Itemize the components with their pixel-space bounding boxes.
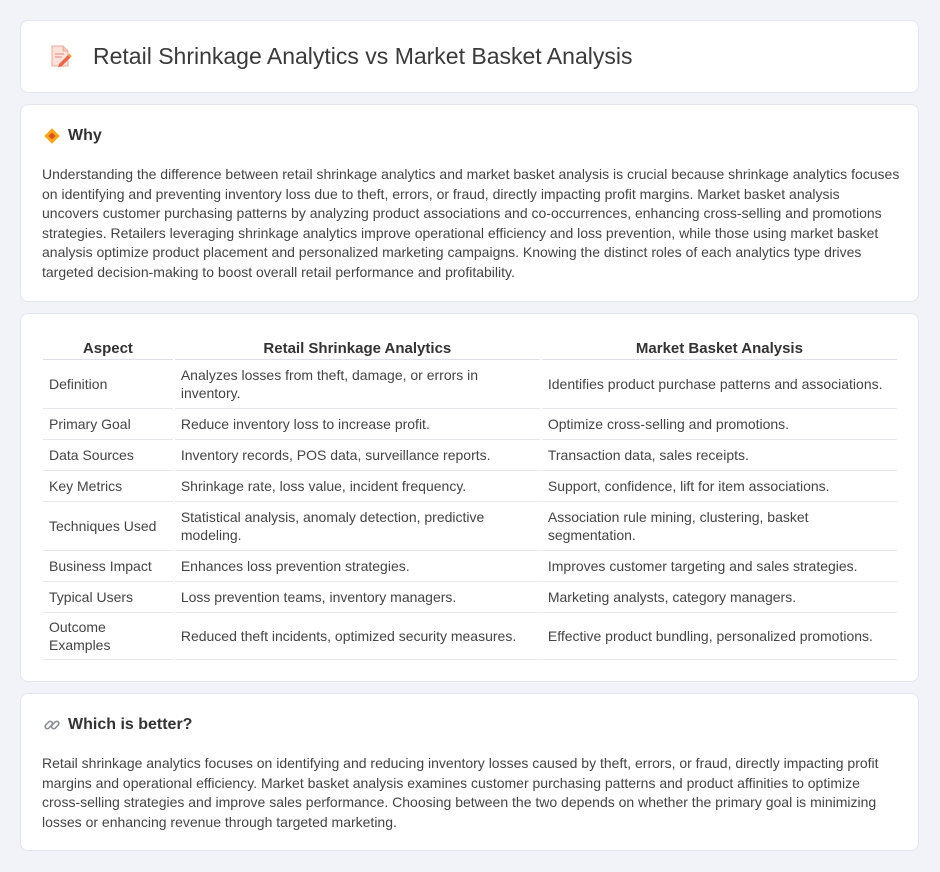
aspect-cell: Primary Goal (43, 409, 173, 440)
aspect-cell: Typical Users (43, 582, 173, 613)
why-heading: Why (43, 127, 102, 145)
aspect-cell: Techniques Used (43, 502, 173, 551)
table-row: Data Sources Inventory records, POS data… (43, 440, 897, 471)
shrinkage-cell: Shrinkage rate, loss value, incident fre… (174, 471, 540, 502)
diamond-icon (43, 127, 61, 145)
table-header-row: Aspect Retail Shrinkage Analytics Market… (43, 334, 897, 360)
header-aspect: Aspect (43, 334, 173, 360)
page-title: Retail Shrinkage Analytics vs Market Bas… (93, 42, 633, 69)
table-row: Typical Users Loss prevention teams, inv… (43, 582, 897, 613)
basket-cell: Effective product bundling, personalized… (541, 613, 897, 660)
comparison-section: Aspect Retail Shrinkage Analytics Market… (20, 313, 919, 682)
basket-cell: Marketing analysts, category managers. (541, 582, 897, 613)
aspect-cell: Business Impact (43, 551, 173, 582)
header-retail-shrinkage: Retail Shrinkage Analytics (174, 334, 540, 360)
aspect-cell: Data Sources (43, 440, 173, 471)
table-row: Outcome Examples Reduced theft incidents… (43, 613, 897, 660)
aspect-cell: Definition (43, 360, 173, 409)
basket-cell: Identifies product purchase patterns and… (541, 360, 897, 409)
comparison-table: Aspect Retail Shrinkage Analytics Market… (41, 334, 899, 660)
aspect-cell: Outcome Examples (43, 613, 173, 660)
table-row: Definition Analyzes losses from theft, d… (43, 360, 897, 409)
why-title: Why (68, 127, 102, 144)
table-row: Techniques Used Statistical analysis, an… (43, 502, 897, 551)
shrinkage-cell: Enhances loss prevention strategies. (174, 551, 540, 582)
header-card: Retail Shrinkage Analytics vs Market Bas… (20, 20, 919, 93)
basket-cell: Transaction data, sales receipts. (541, 440, 897, 471)
title-row: Retail Shrinkage Analytics vs Market Bas… (45, 41, 632, 71)
shrinkage-cell: Statistical analysis, anomaly detection,… (174, 502, 540, 551)
which-better-section: Which is better? Retail shrinkage analyt… (20, 693, 919, 851)
document-pencil-icon (45, 41, 75, 71)
why-text: Understanding the difference between ret… (42, 166, 900, 280)
basket-cell: Improves customer targeting and sales st… (541, 551, 897, 582)
shrinkage-cell: Loss prevention teams, inventory manager… (174, 582, 540, 613)
basket-cell: Association rule mining, clustering, bas… (541, 502, 897, 551)
better-heading: Which is better? (43, 716, 192, 734)
why-section: Why Understanding the difference between… (20, 104, 919, 302)
table-row: Primary Goal Reduce inventory loss to in… (43, 409, 897, 440)
shrinkage-cell: Inventory records, POS data, surveillanc… (174, 440, 540, 471)
better-title: Which is better? (68, 716, 193, 733)
basket-cell: Support, confidence, lift for item assoc… (541, 471, 897, 502)
link-icon (43, 716, 61, 734)
table-row: Key Metrics Shrinkage rate, loss value, … (43, 471, 897, 502)
shrinkage-cell: Reduced theft incidents, optimized secur… (174, 613, 540, 660)
basket-cell: Optimize cross-selling and promotions. (541, 409, 897, 440)
header-market-basket: Market Basket Analysis (541, 334, 897, 360)
table-row: Business Impact Enhances loss prevention… (43, 551, 897, 582)
shrinkage-cell: Reduce inventory loss to increase profit… (174, 409, 540, 440)
shrinkage-cell: Analyzes losses from theft, damage, or e… (174, 360, 540, 409)
aspect-cell: Key Metrics (43, 471, 173, 502)
better-text: Retail shrinkage analytics focuses on id… (42, 755, 879, 830)
